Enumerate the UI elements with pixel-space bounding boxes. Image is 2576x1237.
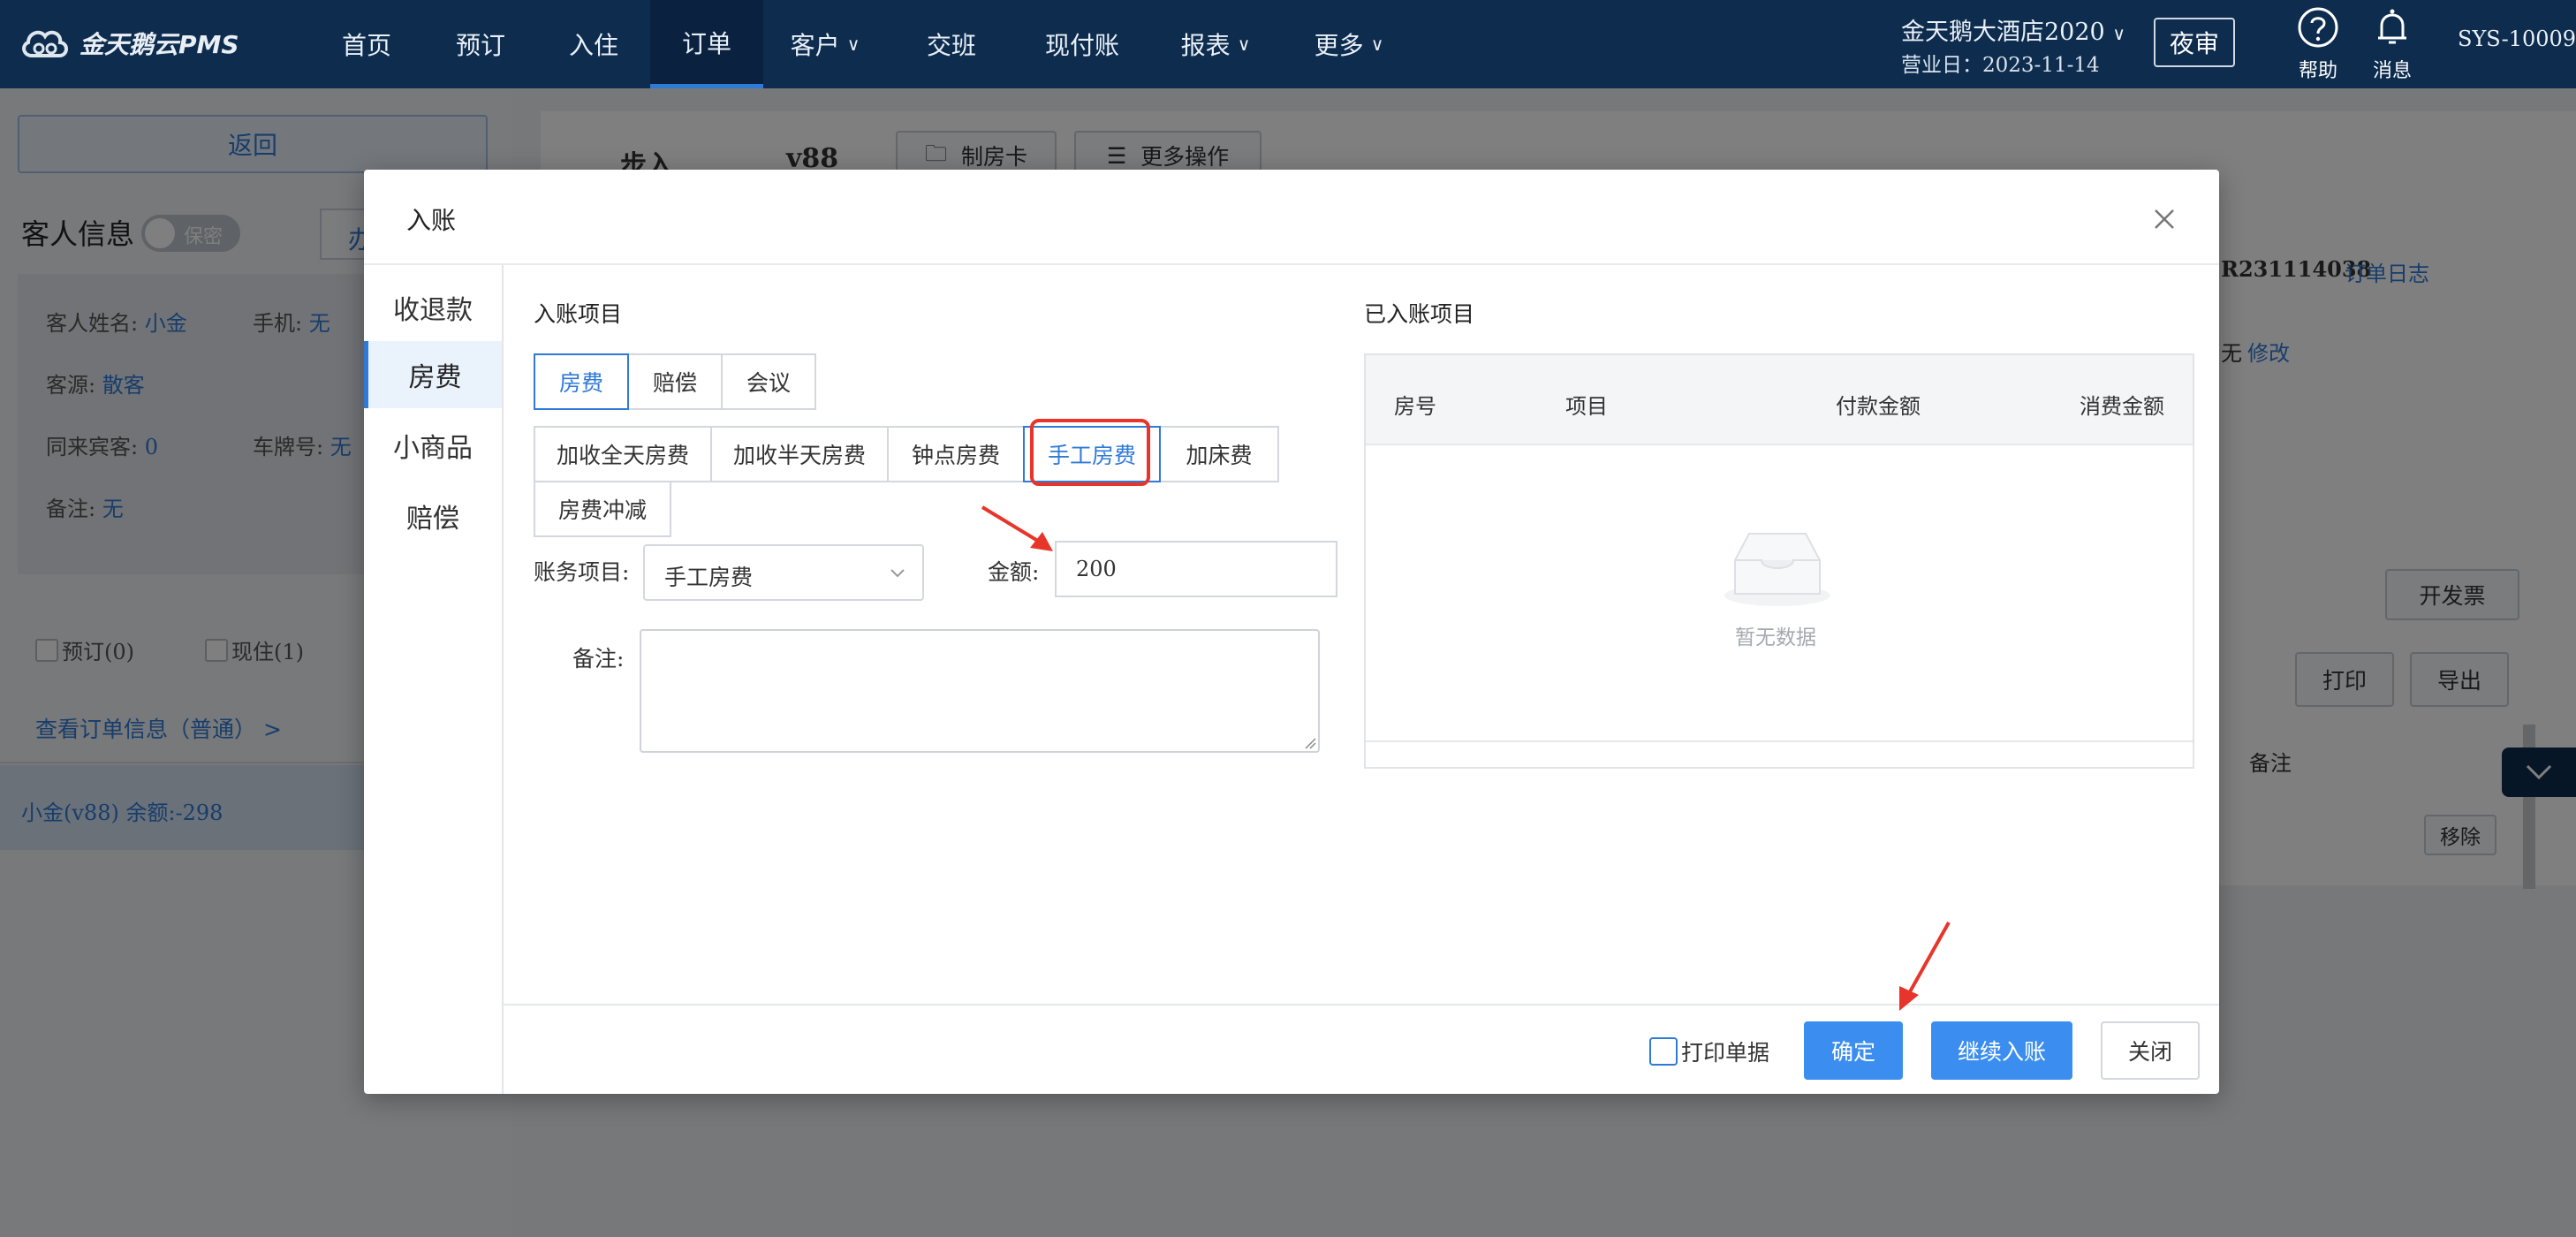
chevron-down-icon: ∨: [1370, 34, 1384, 55]
account-item-select[interactable]: 手工房费: [643, 544, 924, 601]
nav-shift[interactable]: 交班: [887, 0, 1016, 88]
night-audit-button[interactable]: 夜审: [2154, 18, 2235, 67]
footer-divider: [504, 1004, 2219, 1006]
subitem-hourly[interactable]: 钟点房费: [887, 426, 1025, 482]
table-header: 房号 项目 付款金额 消费金额: [1366, 355, 2193, 445]
logo-text: 金天鹅云PMS: [80, 30, 239, 59]
top-navbar: 金天鹅云PMS 首页 预订 入住 订单 客户 ∨ 交班 现付账 报表 ∨ 更多 ∨ 金…: [0, 0, 2576, 88]
empty-text: 暂无数据: [1735, 626, 1816, 649]
nav-label: 更多: [1314, 31, 1364, 60]
user-name: SYS-10009: [2458, 27, 2576, 51]
modal-title: 入账: [406, 206, 457, 235]
continue-posting-button[interactable]: 继续入账: [1931, 1021, 2072, 1080]
help-button[interactable]: 帮助: [2283, 5, 2353, 83]
chevron-down-icon: ∨: [2112, 23, 2125, 44]
nav-orders[interactable]: 订单: [650, 0, 763, 88]
nav-checkin[interactable]: 入住: [537, 0, 650, 88]
nav-reports[interactable]: 报表 ∨: [1148, 0, 1283, 88]
help-label: 帮助: [2298, 60, 2337, 82]
nav-home[interactable]: 首页: [309, 0, 424, 88]
main-nav: 首页 预订 入住 订单 客户 ∨ 交班 现付账 报表 ∨ 更多 ∨: [309, 0, 1415, 88]
business-day: 营业日：2023-11-14: [1901, 54, 2100, 77]
nav-label: 客户: [790, 31, 840, 60]
side-item-refund[interactable]: 收退款: [364, 274, 502, 341]
messages-button[interactable]: 消息: [2357, 5, 2428, 83]
nav-label: 入住: [568, 31, 618, 60]
subitem-half-day[interactable]: 加收半天房费: [710, 426, 889, 482]
nav-label: 报表: [1180, 31, 1231, 60]
account-item-label: 账务项目:: [534, 559, 630, 585]
amount-label: 金额:: [988, 559, 1040, 585]
column-header: 项目: [1565, 394, 1608, 419]
side-item-compensation[interactable]: 赔偿: [364, 482, 502, 550]
chevron-down-icon: ∨: [846, 34, 860, 55]
highlight-box: [1030, 419, 1150, 486]
posted-items-title: 已入账项目: [1364, 301, 1475, 327]
checkbox[interactable]: [1649, 1037, 1678, 1066]
modal-header: 入账: [364, 170, 2219, 265]
close-icon[interactable]: [2147, 201, 2182, 237]
column-header: 消费金额: [2080, 394, 2164, 419]
user-menu[interactable]: SYS-10009: [2458, 27, 2576, 51]
nav-customers[interactable]: 客户 ∨: [763, 0, 887, 88]
side-item-room-fee[interactable]: 房费: [364, 341, 502, 408]
items-section-title: 入账项目: [534, 301, 623, 327]
subitem-full-day[interactable]: 加收全天房费: [534, 426, 712, 482]
remark-label: 备注:: [572, 646, 625, 672]
help-icon: [2298, 7, 2338, 48]
bell-icon: [2378, 9, 2406, 44]
nav-reservation[interactable]: 预订: [424, 0, 537, 88]
tab-meeting[interactable]: 会议: [721, 353, 816, 410]
confirm-button[interactable]: 确定: [1804, 1021, 1903, 1080]
nav-label: 现付账: [1044, 31, 1119, 60]
annotation-arrow-icon: [1899, 922, 1951, 1011]
tab-compensation[interactable]: 赔偿: [627, 353, 723, 410]
chevron-down-icon: [890, 569, 905, 578]
print-receipt-checkbox[interactable]: 打印单据: [1649, 1036, 1769, 1067]
posted-items-table: 房号 项目 付款金额 消费金额 暂无数据: [1364, 353, 2194, 769]
hotel-selector[interactable]: 金天鹅大酒店2020 ∨: [1901, 12, 2125, 47]
close-button[interactable]: 关闭: [2101, 1021, 2200, 1080]
remark-textarea[interactable]: [640, 629, 1320, 753]
side-item-goods[interactable]: 小商品: [364, 412, 502, 479]
nav-label: 交班: [926, 31, 976, 60]
nav-label: 预订: [455, 31, 505, 60]
resize-handle-icon: [1305, 738, 1316, 749]
messages-label: 消息: [2372, 60, 2412, 82]
chevron-down-icon: ∨: [1237, 34, 1251, 55]
cloud-logo-icon: [22, 30, 68, 57]
column-header: 房号: [1394, 394, 1436, 419]
table-footer-line: [1366, 740, 2193, 742]
nav-cash-account[interactable]: 现付账: [1016, 0, 1148, 88]
nav-more[interactable]: 更多 ∨: [1283, 0, 1415, 88]
nav-label: 首页: [341, 31, 391, 60]
logo[interactable]: 金天鹅云PMS: [19, 21, 239, 65]
subitem-extra-bed[interactable]: 加床费: [1159, 426, 1279, 482]
select-value: 手工房费: [664, 565, 754, 590]
checkbox-label: 打印单据: [1681, 1040, 1770, 1066]
column-header: 付款金额: [1836, 394, 1921, 419]
nav-label: 订单: [681, 28, 731, 58]
amount-input[interactable]: 200: [1055, 541, 1337, 597]
tab-room-fee[interactable]: 房费: [534, 353, 629, 410]
modal-sidebar: 收退款 房费 小商品 赔偿: [364, 265, 504, 1094]
hotel-name: 金天鹅大酒店2020: [1901, 19, 2105, 46]
subitem-room-fee-offset[interactable]: 房费冲减: [534, 481, 671, 537]
empty-box-icon: [1724, 533, 1830, 606]
annotation-arrow-icon: [981, 505, 1053, 551]
